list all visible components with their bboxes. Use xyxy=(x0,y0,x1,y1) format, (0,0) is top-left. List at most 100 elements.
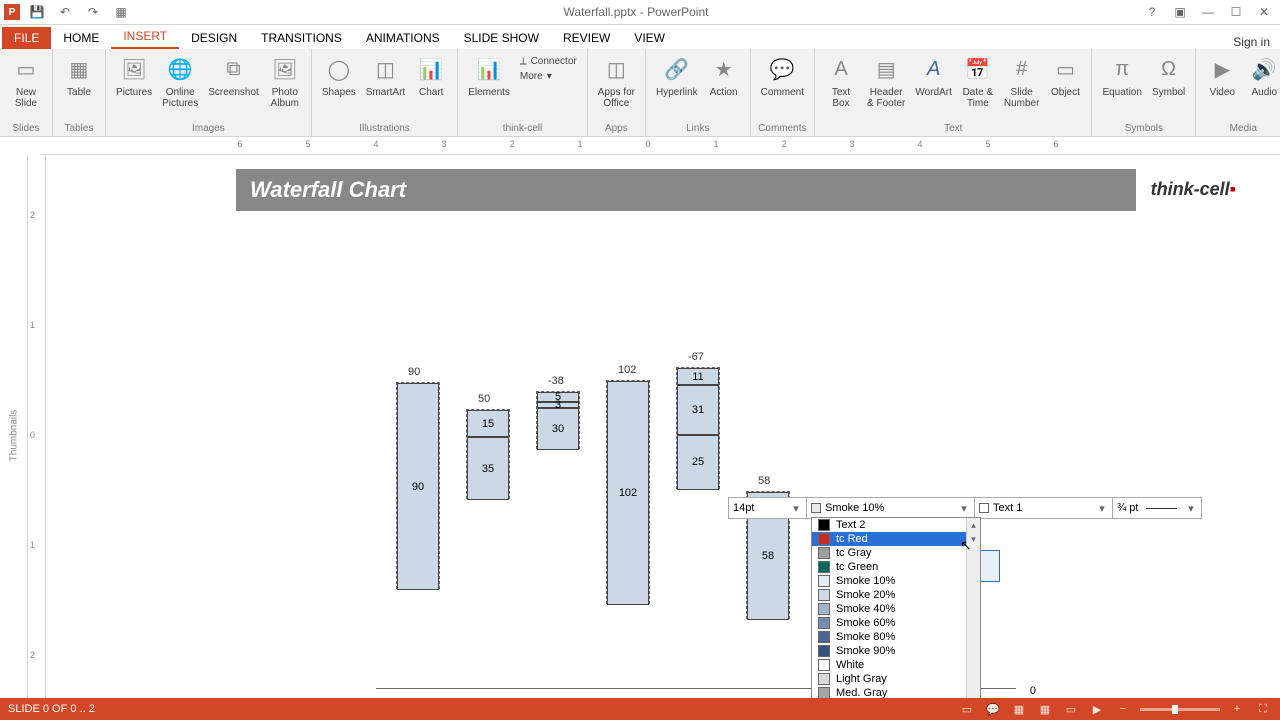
comments-icon[interactable]: 💬 xyxy=(984,701,1002,717)
tab-file[interactable]: FILE xyxy=(2,27,51,49)
sorter-view-icon[interactable]: ▦ xyxy=(1036,701,1054,717)
scroll-up-icon[interactable]: ▴ xyxy=(967,518,980,532)
color-option[interactable]: Smoke 60% xyxy=(812,616,980,630)
scroll-down-icon[interactable]: ▾ xyxy=(967,532,980,546)
tab-animations[interactable]: ANIMATIONS xyxy=(354,27,452,49)
undo-icon[interactable]: ↶ xyxy=(54,1,76,23)
comment-button[interactable]: 💬Comment xyxy=(757,51,808,100)
ribbon: ▭New Slide Slides ▦Table Tables 🖼Picture… xyxy=(0,49,1280,137)
help-icon[interactable]: ? xyxy=(1140,2,1164,22)
tab-review[interactable]: REVIEW xyxy=(551,27,622,49)
chart-segment[interactable]: 11 xyxy=(677,368,719,386)
color-option[interactable]: tc Gray xyxy=(812,546,980,560)
dropdown-scrollbar[interactable]: ▴ ▾ xyxy=(966,518,980,715)
chart-bar[interactable]: 113125 xyxy=(676,367,720,489)
fill-color-dropdown[interactable]: Smoke 10%▾ xyxy=(807,498,975,518)
chart-segment[interactable]: 31 xyxy=(677,385,719,435)
tab-slideshow[interactable]: SLIDE SHOW xyxy=(452,27,551,49)
photo-album-button[interactable]: 🖼Photo Album xyxy=(265,51,305,111)
chart-segment[interactable]: 102 xyxy=(607,381,649,605)
new-slide-button[interactable]: ▭New Slide xyxy=(6,51,46,111)
color-option[interactable]: Text 2 xyxy=(812,518,980,532)
chart-bar[interactable]: 5330 xyxy=(536,391,580,449)
color-option[interactable]: Smoke 20% xyxy=(812,588,980,602)
color-option[interactable]: Smoke 40% xyxy=(812,602,980,616)
connector-button[interactable]: ⟂Connector xyxy=(516,55,581,68)
hyperlink-icon: 🔗 xyxy=(661,53,693,85)
chart-bar[interactable]: 1535 xyxy=(466,409,510,499)
chart-icon: 📊 xyxy=(415,53,447,85)
slide-canvas[interactable]: Waterfall Chart think-cell▪ 0 9090153550… xyxy=(46,155,1280,715)
tab-transitions[interactable]: TRANSITIONS xyxy=(249,27,354,49)
zoom-slider[interactable] xyxy=(1140,708,1220,711)
shapes-button[interactable]: ◯Shapes xyxy=(318,51,360,100)
slideshow-view-icon[interactable]: ▶ xyxy=(1088,701,1106,717)
start-slideshow-icon[interactable]: ▦ xyxy=(110,1,132,23)
powerpoint-icon: P xyxy=(4,4,20,20)
line-weight-dropdown[interactable]: ¾ pt▾ xyxy=(1113,498,1201,518)
fit-to-window-icon[interactable]: ⛶ xyxy=(1254,701,1272,717)
text-color-dropdown[interactable]: Text 1▾ xyxy=(975,498,1113,518)
redo-icon[interactable]: ↷ xyxy=(82,1,104,23)
chart-bar-label: 58 xyxy=(758,475,770,487)
video-button[interactable]: ▶Video xyxy=(1202,51,1242,100)
screenshot-button[interactable]: ⧉Screenshot xyxy=(204,51,263,100)
zoom-in-icon[interactable]: + xyxy=(1228,701,1246,717)
notes-icon[interactable]: ▭ xyxy=(958,701,976,717)
sign-in-link[interactable]: Sign in xyxy=(1233,35,1280,49)
color-option[interactable]: Smoke 80% xyxy=(812,630,980,644)
ribbon-display-icon[interactable]: ▣ xyxy=(1168,2,1192,22)
object-button[interactable]: ▭Object xyxy=(1045,51,1085,100)
wordart-button[interactable]: AWordArt xyxy=(911,51,956,100)
color-swatch-icon xyxy=(818,533,830,545)
normal-view-icon[interactable]: ▦ xyxy=(1010,701,1028,717)
chevron-down-icon: ▾ xyxy=(958,502,970,515)
reading-view-icon[interactable]: ▭ xyxy=(1062,701,1080,717)
close-icon[interactable]: ✕ xyxy=(1252,2,1276,22)
color-option[interactable]: Light Gray xyxy=(812,672,980,686)
chart-bar[interactable]: 90 xyxy=(396,382,440,589)
comment-icon: 💬 xyxy=(766,53,798,85)
smartart-button[interactable]: ◫SmartArt xyxy=(362,51,409,100)
color-option[interactable]: White xyxy=(812,658,980,672)
chart-segment[interactable]: 30 xyxy=(537,408,579,450)
audio-button[interactable]: 🔊Audio xyxy=(1244,51,1280,100)
datetime-button[interactable]: 📅Date & Time xyxy=(958,51,998,111)
textbox-button[interactable]: AText Box xyxy=(821,51,861,111)
hyperlink-button[interactable]: 🔗Hyperlink xyxy=(652,51,702,100)
chart-segment[interactable]: 90 xyxy=(397,383,439,590)
fontsize-dropdown[interactable]: 14pt▾ xyxy=(729,498,807,518)
symbol-button[interactable]: ΩSymbol xyxy=(1148,51,1189,100)
tab-view[interactable]: VIEW xyxy=(622,27,677,49)
tab-design[interactable]: DESIGN xyxy=(179,27,249,49)
thumbnails-pane[interactable]: Thumbnails xyxy=(0,155,28,715)
pictures-button[interactable]: 🖼Pictures xyxy=(112,51,156,100)
color-option[interactable]: Smoke 90% xyxy=(812,644,980,658)
more-button[interactable]: More ▾ xyxy=(516,70,581,83)
color-option[interactable]: Smoke 10% xyxy=(812,574,980,588)
table-button[interactable]: ▦Table xyxy=(59,51,99,100)
slidenumber-button[interactable]: #Slide Number xyxy=(1000,51,1044,111)
tab-home[interactable]: HOME xyxy=(51,27,111,49)
tab-insert[interactable]: INSERT xyxy=(111,25,179,49)
chart-button[interactable]: 📊Chart xyxy=(411,51,451,100)
color-option[interactable]: tc Green xyxy=(812,560,980,574)
chevron-down-icon: ▾ xyxy=(1096,502,1108,515)
equation-button[interactable]: πEquation xyxy=(1098,51,1145,100)
zoom-out-icon[interactable]: − xyxy=(1114,701,1132,717)
apps-button[interactable]: ◫Apps for Office xyxy=(594,51,639,111)
table-icon: ▦ xyxy=(63,53,95,85)
chart-segment[interactable]: 15 xyxy=(467,410,509,437)
save-icon[interactable]: 💾 xyxy=(26,1,48,23)
chart-segment[interactable]: 25 xyxy=(677,435,719,490)
axis-zero-label: 0 xyxy=(1030,685,1036,697)
header-footer-button[interactable]: ▤Header & Footer xyxy=(863,51,909,111)
action-button[interactable]: ★Action xyxy=(704,51,744,100)
maximize-icon[interactable]: ☐ xyxy=(1224,2,1248,22)
online-pictures-button[interactable]: 🌐Online Pictures xyxy=(158,51,202,111)
elements-button[interactable]: 📊Elements xyxy=(464,51,514,100)
color-option[interactable]: tc Red xyxy=(812,532,980,546)
minimize-icon[interactable]: — xyxy=(1196,2,1220,22)
chart-segment[interactable]: 35 xyxy=(467,437,509,500)
chart-bar[interactable]: 102 xyxy=(606,380,650,604)
